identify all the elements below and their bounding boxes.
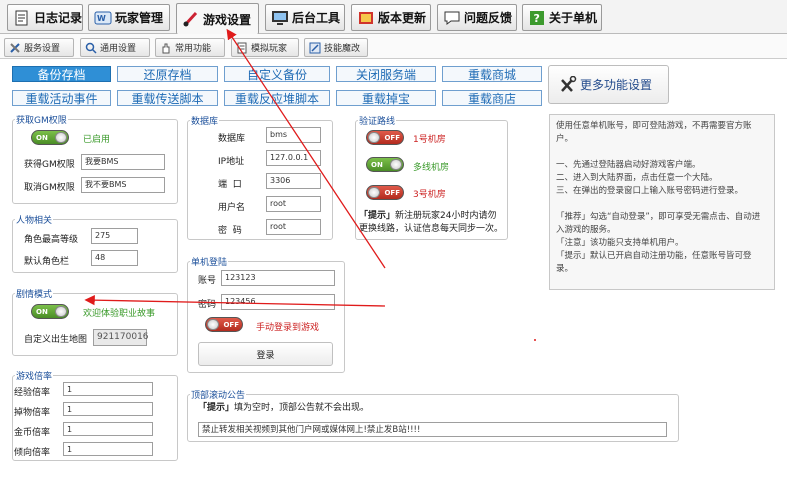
annotation-arrow-up: [226, 28, 386, 269]
annotation-dot: [534, 339, 536, 341]
annotation-overlay: [84, 28, 536, 341]
annotation-arrow-left: [84, 294, 386, 307]
